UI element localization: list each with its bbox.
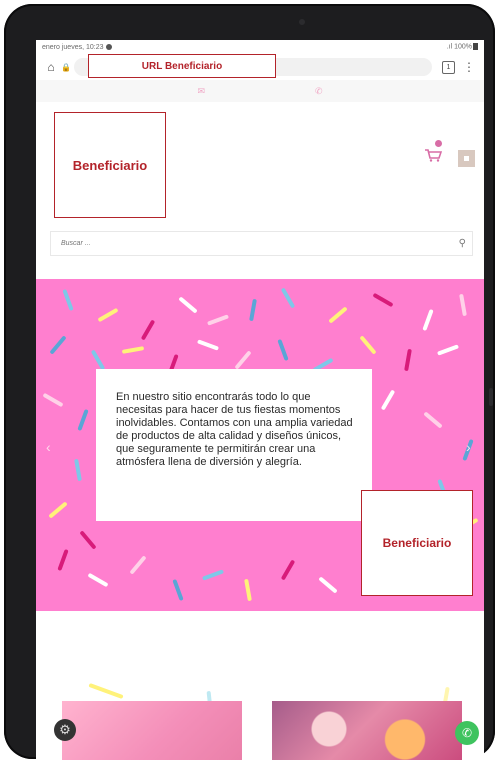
hero-badge-annotation: Beneficiario	[361, 490, 473, 596]
sprinkle	[42, 392, 64, 408]
hero-banner: ‹ › En nuestro sitio encontrarás todo lo…	[36, 279, 484, 611]
sprinkle	[244, 578, 252, 602]
sprinkle	[49, 335, 67, 355]
lock-icon: 🔒	[61, 62, 71, 72]
sprinkle	[280, 287, 296, 309]
sprinkle	[178, 296, 198, 314]
sprinkle	[77, 408, 89, 432]
settings-icon[interactable]: ⚙	[54, 719, 76, 741]
screen: enero jueves, 10:23 .ıl 100% ⌂ 🔒 URL Ben…	[36, 40, 484, 760]
hero-next-icon[interactable]: ›	[466, 439, 471, 455]
sprinkle	[196, 339, 220, 351]
sprinkle	[436, 344, 460, 356]
battery-percent: 100%	[454, 43, 472, 51]
sprinkle	[87, 572, 109, 588]
hero-prev-icon[interactable]: ‹	[46, 439, 51, 455]
hero-text: En nuestro sitio encontrarás todo lo que…	[116, 391, 353, 468]
search-bar: ⚲	[50, 231, 473, 256]
home-icon[interactable]: ⌂	[42, 60, 60, 74]
sprinkle	[380, 389, 396, 411]
front-camera	[299, 19, 305, 25]
notification-icon	[105, 43, 112, 50]
sprinkle	[372, 292, 394, 308]
battery-icon	[473, 43, 478, 51]
sprinkle	[74, 458, 82, 482]
confetti-piece	[88, 682, 124, 700]
sprinkle	[121, 346, 145, 354]
sprinkle	[277, 338, 289, 362]
url-annotation: URL Beneficiario	[88, 54, 276, 78]
sprinkle	[249, 298, 257, 322]
sprinkle	[79, 530, 97, 550]
mail-icon[interactable]: ✉	[197, 86, 205, 97]
sprinkle	[97, 307, 119, 323]
sprinkle	[280, 559, 296, 581]
status-datetime-text: enero jueves, 10:23	[42, 43, 104, 51]
signal-icon: .ıl	[446, 43, 453, 51]
sprinkle	[140, 319, 156, 341]
sprinkle	[48, 501, 68, 519]
sprinkle	[404, 348, 412, 372]
hero-text-card: En nuestro sitio encontrarás todo lo que…	[96, 369, 372, 521]
cart-icon[interactable]	[424, 148, 442, 162]
logo-annotation-label: Beneficiario	[72, 157, 148, 173]
search-icon[interactable]: ⚲	[459, 238, 466, 249]
side-button	[489, 388, 493, 406]
address-bar[interactable]: URL Beneficiario	[74, 54, 432, 78]
product-thumbnail[interactable]	[272, 701, 462, 760]
product-section: ⚙ ✆	[36, 611, 484, 760]
phone-icon[interactable]: ✆	[315, 86, 323, 97]
sprinkle	[359, 335, 377, 355]
tablet-frame: enero jueves, 10:23 .ıl 100% ⌂ 🔒 URL Ben…	[4, 4, 495, 760]
cart-count-badge	[435, 140, 442, 147]
sprinkle	[423, 411, 443, 429]
status-datetime: enero jueves, 10:23	[42, 44, 112, 51]
sprinkle	[201, 569, 225, 581]
contact-topbar: ✉ ✆	[36, 80, 484, 102]
sprinkle	[62, 288, 74, 312]
sprinkle	[459, 293, 467, 317]
browser-toolbar: ⌂ 🔒 URL Beneficiario 1 ⋮	[36, 54, 484, 80]
site-header: Beneficiario ⚲	[36, 102, 484, 256]
sprinkle	[172, 578, 184, 602]
status-right: .ıl 100%	[446, 43, 478, 51]
whatsapp-icon[interactable]: ✆	[455, 721, 479, 745]
sprinkle	[234, 350, 252, 370]
sprinkle	[318, 576, 338, 594]
site-menu-button[interactable]	[458, 150, 475, 167]
tab-switcher-button[interactable]: 1	[442, 60, 455, 74]
search-input[interactable]	[59, 239, 423, 248]
logo-annotation[interactable]: Beneficiario	[54, 112, 166, 218]
url-annotation-label: URL Beneficiario	[141, 60, 223, 72]
sprinkle	[57, 548, 69, 572]
browser-menu-icon[interactable]: ⋮	[463, 60, 475, 74]
sprinkle	[328, 306, 348, 324]
status-bar: enero jueves, 10:23 .ıl 100%	[36, 40, 484, 54]
sprinkle	[206, 314, 230, 326]
hero-badge-label: Beneficiario	[382, 536, 452, 550]
sprinkle	[422, 308, 434, 332]
product-thumbnail[interactable]	[62, 701, 242, 760]
sprinkle	[90, 349, 106, 371]
sprinkle	[129, 555, 147, 575]
